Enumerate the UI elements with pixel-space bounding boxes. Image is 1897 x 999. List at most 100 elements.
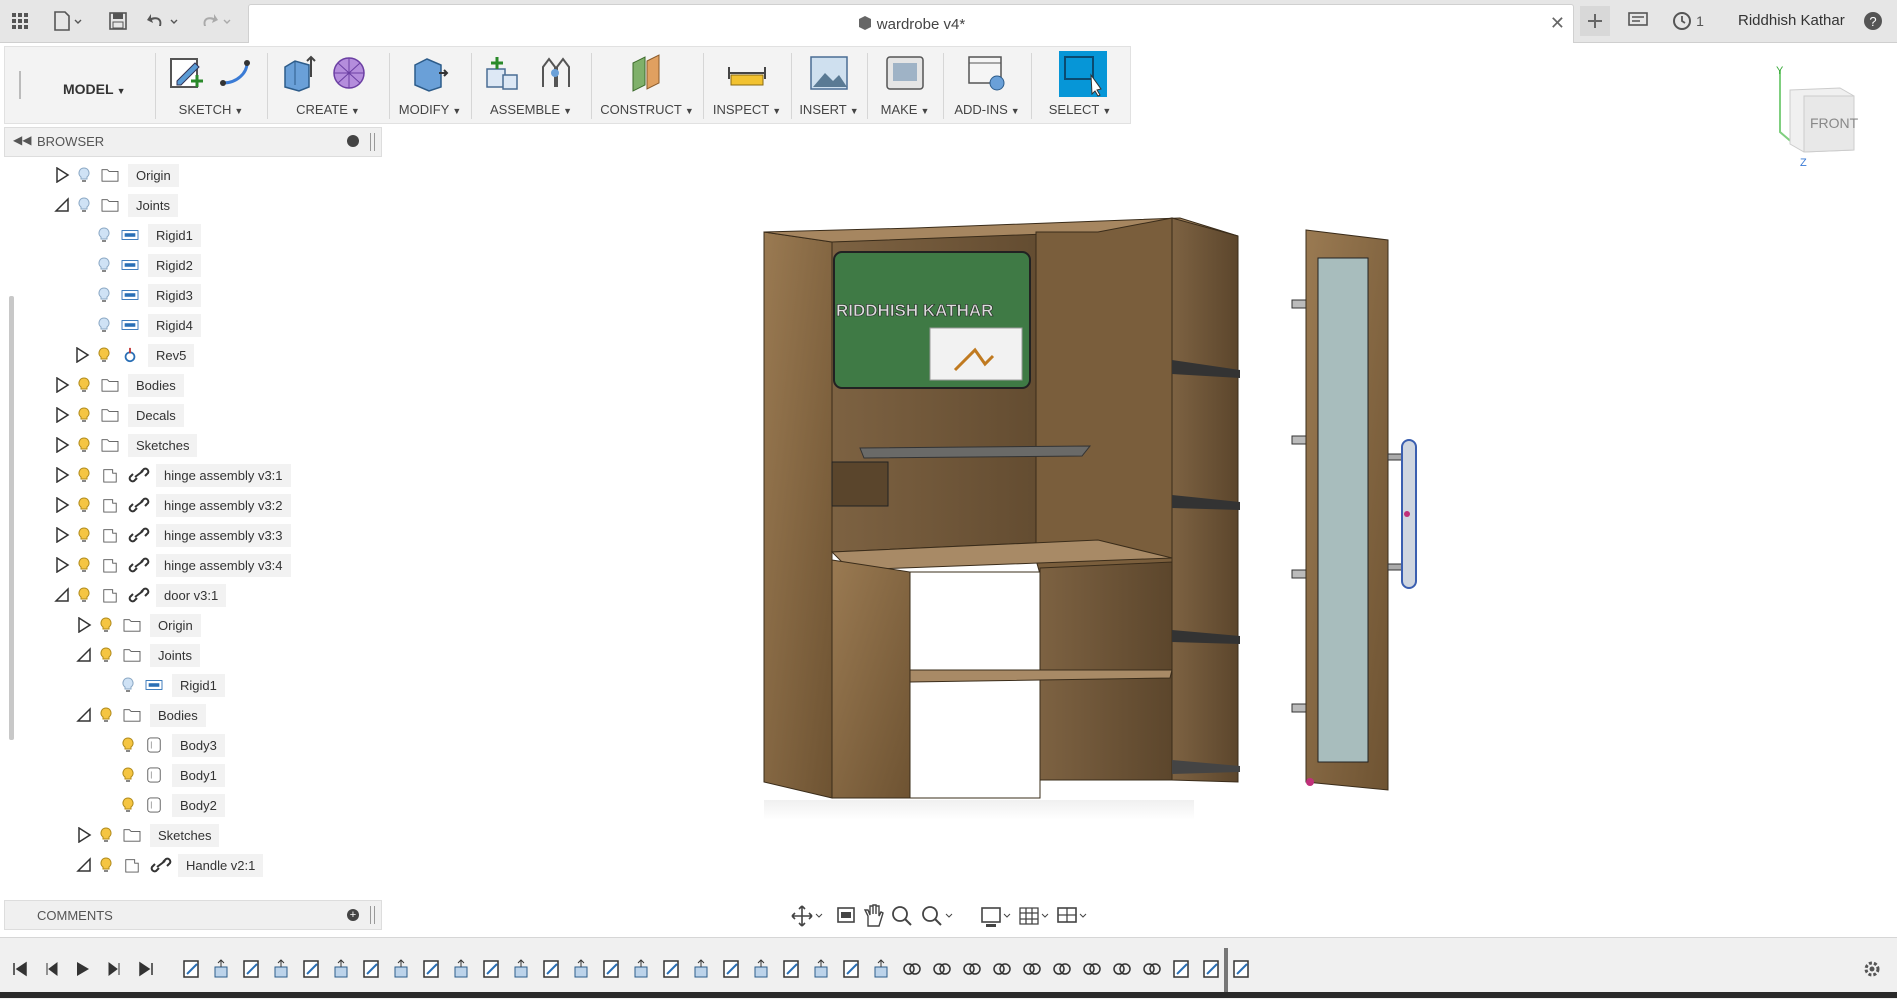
collapsed-triangle-icon[interactable] [54, 377, 70, 393]
visibility-bulb-icon[interactable] [120, 767, 136, 783]
document-tab[interactable]: wardrobe v4* ✕ [248, 4, 1574, 43]
browser-item[interactable]: Origin [76, 612, 201, 638]
browser-item[interactable]: hinge assembly v3:4 [54, 552, 291, 578]
visibility-bulb-icon[interactable] [76, 377, 92, 393]
collapsed-triangle-icon[interactable] [54, 167, 70, 183]
browser-item[interactable]: Body2 [120, 792, 225, 818]
browser-item[interactable]: Rev5 [74, 342, 195, 368]
display-settings-icon[interactable] [981, 907, 1011, 927]
joint-icon[interactable] [535, 53, 575, 93]
save-icon[interactable] [105, 8, 131, 34]
timeline-extrude-icon[interactable] [212, 959, 232, 979]
browser-panel-header[interactable]: ◀◀ BROWSER [4, 127, 382, 157]
visibility-bulb-icon[interactable] [76, 467, 92, 483]
scripts-icon[interactable] [967, 53, 1007, 93]
visibility-bulb-icon[interactable] [98, 647, 114, 663]
timeline-sketch-icon[interactable] [842, 959, 862, 979]
browser-item[interactable]: Rigid4 [96, 312, 201, 338]
collapsed-triangle-icon[interactable] [54, 467, 70, 483]
timeline-sketch-icon[interactable] [1202, 959, 1222, 979]
construct-group[interactable]: CONSTRUCT ▼ [597, 51, 697, 121]
step-back-icon[interactable] [42, 959, 62, 979]
browser-item[interactable]: Joints [54, 192, 178, 218]
viewports-icon[interactable] [1057, 907, 1087, 923]
visibility-bulb-icon[interactable] [76, 167, 92, 183]
close-tab-icon[interactable]: ✕ [1550, 13, 1565, 34]
browser-item[interactable]: hinge assembly v3:1 [54, 462, 291, 488]
select-tool-button[interactable] [1059, 51, 1107, 97]
timeline-sketch-icon[interactable] [482, 959, 502, 979]
orbit-icon[interactable] [791, 905, 823, 927]
add-ins-group[interactable]: ADD-INS ▼ [949, 51, 1025, 121]
play-icon[interactable] [72, 959, 92, 979]
grid-settings-icon[interactable] [1019, 907, 1049, 925]
browser-item[interactable]: Bodies [54, 372, 184, 398]
inspect-group[interactable]: INSPECT ▼ [709, 51, 785, 121]
new-component-icon[interactable] [483, 53, 523, 93]
timeline-joint-icon[interactable] [1022, 959, 1042, 979]
timeline-extrude-icon[interactable] [872, 959, 892, 979]
visibility-bulb-icon[interactable] [98, 857, 114, 873]
timeline-settings-gear-icon[interactable] [1862, 959, 1882, 979]
browser-item[interactable]: Handle v2:1 [76, 852, 264, 878]
model-viewport[interactable]: RIDDHISH KATHAR [740, 200, 1440, 820]
panel-resize-handle[interactable] [370, 133, 375, 151]
visibility-bulb-icon[interactable] [120, 737, 136, 753]
collapsed-triangle-icon[interactable] [76, 617, 92, 633]
visibility-bulb-icon[interactable] [120, 677, 136, 693]
collapse-panel-icon[interactable]: ◀◀ [13, 133, 31, 147]
user-name[interactable]: Riddhish Kathar [1738, 12, 1845, 29]
timeline-sketch-icon[interactable] [242, 959, 262, 979]
browser-item[interactable]: door v3:1 [54, 582, 227, 608]
visibility-bulb-icon[interactable] [76, 557, 92, 573]
collapsed-triangle-icon[interactable] [74, 347, 90, 363]
insert-image-icon[interactable] [809, 53, 849, 93]
browser-item[interactable]: Rigid2 [96, 252, 201, 278]
panel-resize-handle[interactable] [370, 906, 375, 924]
assemble-group[interactable]: ASSEMBLE ▼ [477, 51, 585, 121]
redo-icon[interactable] [198, 8, 238, 34]
browser-item[interactable]: Joints [76, 642, 200, 668]
timeline-sketch-icon[interactable] [722, 959, 742, 979]
collapsed-triangle-icon[interactable] [54, 557, 70, 573]
collapsed-triangle-icon[interactable] [76, 827, 92, 843]
timeline-joint-icon[interactable] [932, 959, 952, 979]
measure-icon[interactable] [727, 53, 767, 93]
timeline-sketch-icon[interactable] [1232, 959, 1252, 979]
browser-item[interactable]: hinge assembly v3:2 [54, 492, 291, 518]
undo-icon[interactable] [145, 8, 185, 34]
visibility-bulb-icon[interactable] [76, 527, 92, 543]
app-grid-icon[interactable] [7, 8, 33, 34]
pan-icon[interactable] [863, 904, 884, 927]
modify-group[interactable]: MODIFY ▼ [395, 51, 465, 121]
timeline-joint-icon[interactable] [1052, 959, 1072, 979]
collapsed-triangle-icon[interactable] [54, 497, 70, 513]
browser-item[interactable]: Sketches [54, 432, 198, 458]
timeline-extrude-icon[interactable] [632, 959, 652, 979]
timeline-extrude-icon[interactable] [332, 959, 352, 979]
visibility-bulb-icon[interactable] [96, 317, 112, 333]
browser-item[interactable]: Rigid3 [96, 282, 201, 308]
sketch-group[interactable]: SKETCH ▼ [161, 51, 261, 121]
timeline-extrude-icon[interactable] [752, 959, 772, 979]
go-to-end-icon[interactable] [136, 959, 156, 979]
go-to-start-icon[interactable] [10, 959, 30, 979]
panel-minimize-icon[interactable] [347, 135, 359, 147]
browser-item[interactable]: Decals [54, 402, 184, 428]
timeline-joint-icon[interactable] [962, 959, 982, 979]
timeline-sketch-icon[interactable] [422, 959, 442, 979]
press-pull-icon[interactable] [409, 53, 449, 93]
timeline-marker[interactable] [1224, 948, 1228, 992]
visibility-bulb-icon[interactable] [98, 617, 114, 633]
collapsed-triangle-icon[interactable] [54, 527, 70, 543]
visibility-bulb-icon[interactable] [76, 587, 92, 603]
timeline-sketch-icon[interactable] [1172, 959, 1192, 979]
expanded-triangle-icon[interactable] [76, 857, 92, 873]
add-comment-icon[interactable]: + [347, 909, 359, 921]
visibility-bulb-icon[interactable] [96, 347, 112, 363]
help-icon[interactable]: ? [1860, 8, 1886, 34]
viewcube[interactable]: Y Z FRONT [1760, 62, 1880, 172]
timeline-joint-icon[interactable] [1112, 959, 1132, 979]
timeline-extrude-icon[interactable] [512, 959, 532, 979]
visibility-bulb-icon[interactable] [76, 197, 92, 213]
